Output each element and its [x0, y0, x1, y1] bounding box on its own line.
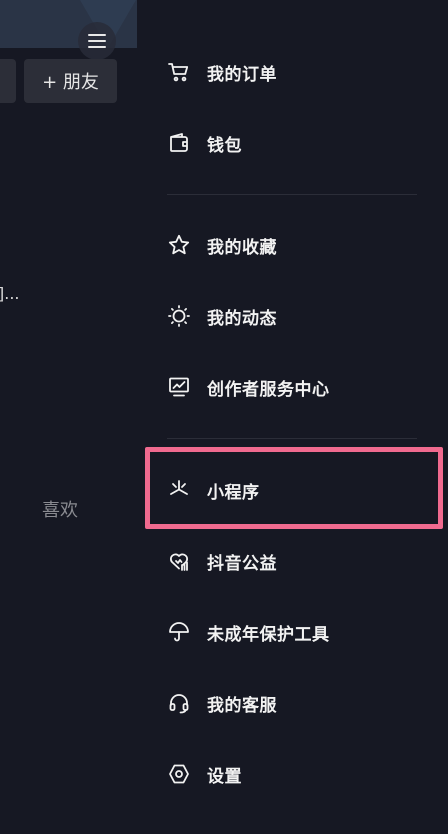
drawer-item-label: 我的收藏	[207, 237, 277, 258]
drawer-item-wallet[interactable]: 钱包	[137, 118, 448, 168]
drawer-item-label: 小程序	[207, 482, 260, 503]
wallet-icon	[167, 131, 191, 155]
drawer-item-customer-service[interactable]: 我的客服	[137, 678, 448, 728]
profile-bio-text: ]...	[0, 284, 20, 303]
hexagon-gear-icon	[167, 762, 191, 786]
sun-icon	[167, 304, 191, 328]
asterisk-icon	[167, 478, 191, 502]
drawer-item-label: 我的客服	[207, 695, 277, 716]
menu-button[interactable]	[78, 22, 116, 60]
drawer-item-creator-center[interactable]: 创作者服务中心	[137, 362, 448, 412]
drawer-item-mini-programs[interactable]: 小程序	[137, 465, 448, 515]
drawer-item-label: 我的动态	[207, 308, 277, 329]
star-icon	[167, 233, 191, 257]
drawer-item-minor-protection[interactable]: 未成年保护工具	[137, 607, 448, 657]
drawer-item-label: 未成年保护工具	[207, 624, 330, 645]
drawer-item-label: 抖音公益	[207, 553, 277, 574]
drawer-item-orders[interactable]: 我的订单	[137, 47, 448, 97]
drawer-item-moments[interactable]: 我的动态	[137, 291, 448, 341]
chart-monitor-icon	[167, 375, 191, 399]
cart-icon	[167, 60, 191, 84]
divider	[167, 438, 417, 439]
drawer-item-label: 我的订单	[207, 64, 277, 85]
side-drawer: 我的订单 钱包 我的收藏 我的动态 创作者服务中心 小程序 抖音公益 未成年保护…	[137, 0, 448, 834]
drawer-item-label: 设置	[207, 766, 242, 787]
profile-banner	[0, 0, 137, 48]
tab-likes[interactable]: 喜欢	[42, 496, 78, 522]
drawer-item-charity[interactable]: 抖音公益	[137, 536, 448, 586]
hamburger-icon	[88, 34, 106, 48]
heart-hand-icon	[167, 549, 191, 573]
profile-page-background: + 朋友 ]... 喜欢	[0, 0, 137, 834]
divider	[167, 194, 417, 195]
drawer-item-label: 钱包	[207, 135, 242, 156]
drawer-item-label: 创作者服务中心	[207, 379, 330, 400]
screen: + 朋友 ]... 喜欢 我的订单 钱包 我的收藏 我的动态 创作者服务中心 小…	[0, 0, 448, 834]
add-friend-button[interactable]: + 朋友	[24, 59, 117, 103]
drawer-item-favorites[interactable]: 我的收藏	[137, 220, 448, 270]
headset-icon	[167, 691, 191, 715]
drawer-item-settings[interactable]: 设置	[137, 749, 448, 799]
umbrella-icon	[167, 620, 191, 644]
edit-profile-button[interactable]	[0, 59, 16, 103]
